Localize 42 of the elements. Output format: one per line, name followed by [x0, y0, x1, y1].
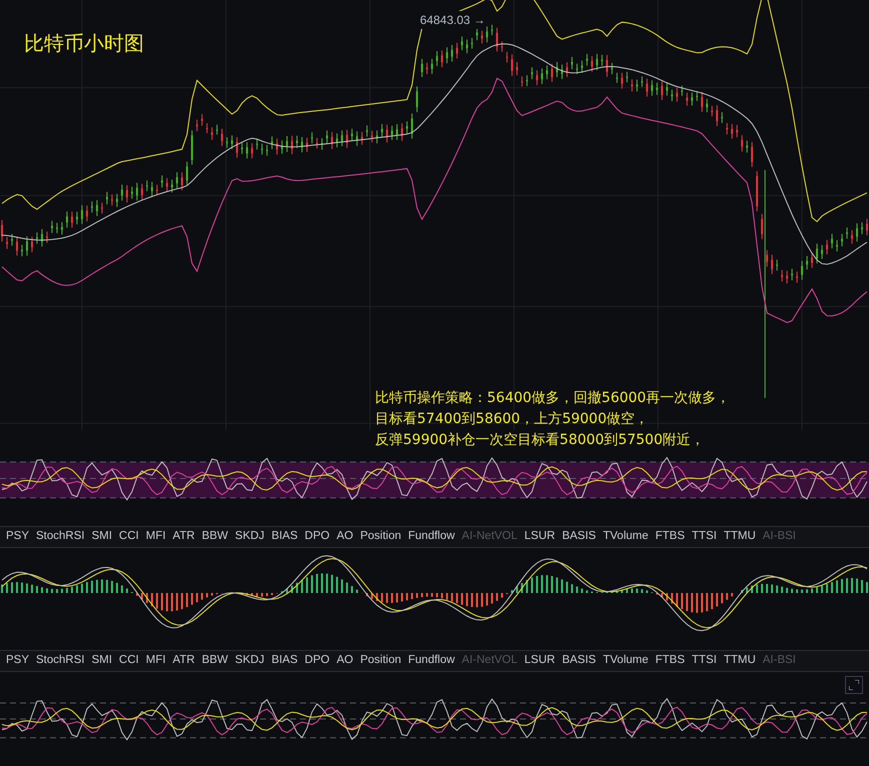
indicator-tab[interactable]: TVolume	[602, 528, 648, 546]
indicator-tab[interactable]: BIAS	[271, 652, 298, 670]
indicator-tab[interactable]: Fundflow	[408, 528, 455, 546]
indicator-tab[interactable]: Position	[360, 652, 402, 670]
expand-icon[interactable]	[845, 676, 863, 694]
indicator-tab[interactable]: CCI	[119, 528, 139, 546]
indicator-tab[interactable]: FTBS	[655, 652, 685, 670]
strategy-note: 比特币操作策略：56400做多，回撤56000再一次做多， 目标看57400到58600，上方59000做空， 反弹59900补仓一次空目标看58000到57500附近，	[375, 389, 730, 450]
indicator-tab[interactable]: PSY	[6, 652, 30, 670]
indicator-tab[interactable]: LSUR	[524, 652, 556, 670]
indicator-tab[interactable]: LSUR	[524, 528, 556, 546]
indicator-tab[interactable]: AO	[336, 528, 354, 546]
indicator-tab[interactable]: SMI	[92, 528, 112, 546]
indicator-tab[interactable]: Position	[360, 528, 402, 546]
indicator-tab[interactable]: TVolume	[602, 652, 648, 670]
indicator-tab[interactable]: MFI	[146, 528, 166, 546]
indicator-tab[interactable]: BIAS	[271, 528, 298, 546]
indicator-tab[interactable]: ATR	[172, 528, 195, 546]
indicator-tab[interactable]: DPO	[304, 528, 330, 546]
indicator-tab[interactable]: StochRSI	[36, 652, 85, 670]
indicator-tab[interactable]: PSY	[6, 528, 30, 546]
indicator-tab[interactable]: SKDJ	[235, 528, 264, 546]
indicator-tab[interactable]: TTMU	[724, 528, 756, 546]
indicator-tab[interactable]: AO	[336, 652, 354, 670]
indicator-tab[interactable]: Fundflow	[408, 652, 455, 670]
indicator-tab[interactable]: SKDJ	[235, 652, 264, 670]
indicator-tab[interactable]: BASIS	[562, 528, 596, 546]
indicator-tab[interactable]: TTSI	[692, 528, 717, 546]
indicator-tab[interactable]: FTBS	[655, 528, 685, 546]
indicator-tab[interactable]: SMI	[92, 652, 112, 670]
indicator-tab[interactable]: MFI	[146, 652, 166, 670]
indicator-tab[interactable]: TTMU	[724, 652, 756, 670]
indicator-tab[interactable]: TTSI	[692, 652, 717, 670]
indicator-tab[interactable]: StochRSI	[36, 528, 85, 546]
indicator-tab[interactable]: CCI	[119, 652, 139, 670]
indicator-tab[interactable]: ATR	[172, 652, 195, 670]
chart-title: 比特币小时图	[24, 30, 144, 57]
indicator-tab[interactable]: DPO	[304, 652, 330, 670]
indicator-tab[interactable]: BASIS	[562, 652, 596, 670]
indicator-tab[interactable]: BBW	[202, 528, 228, 546]
indicator-tab[interactable]: BBW	[202, 652, 228, 670]
high-price-label: 64843.03 →	[420, 11, 486, 29]
